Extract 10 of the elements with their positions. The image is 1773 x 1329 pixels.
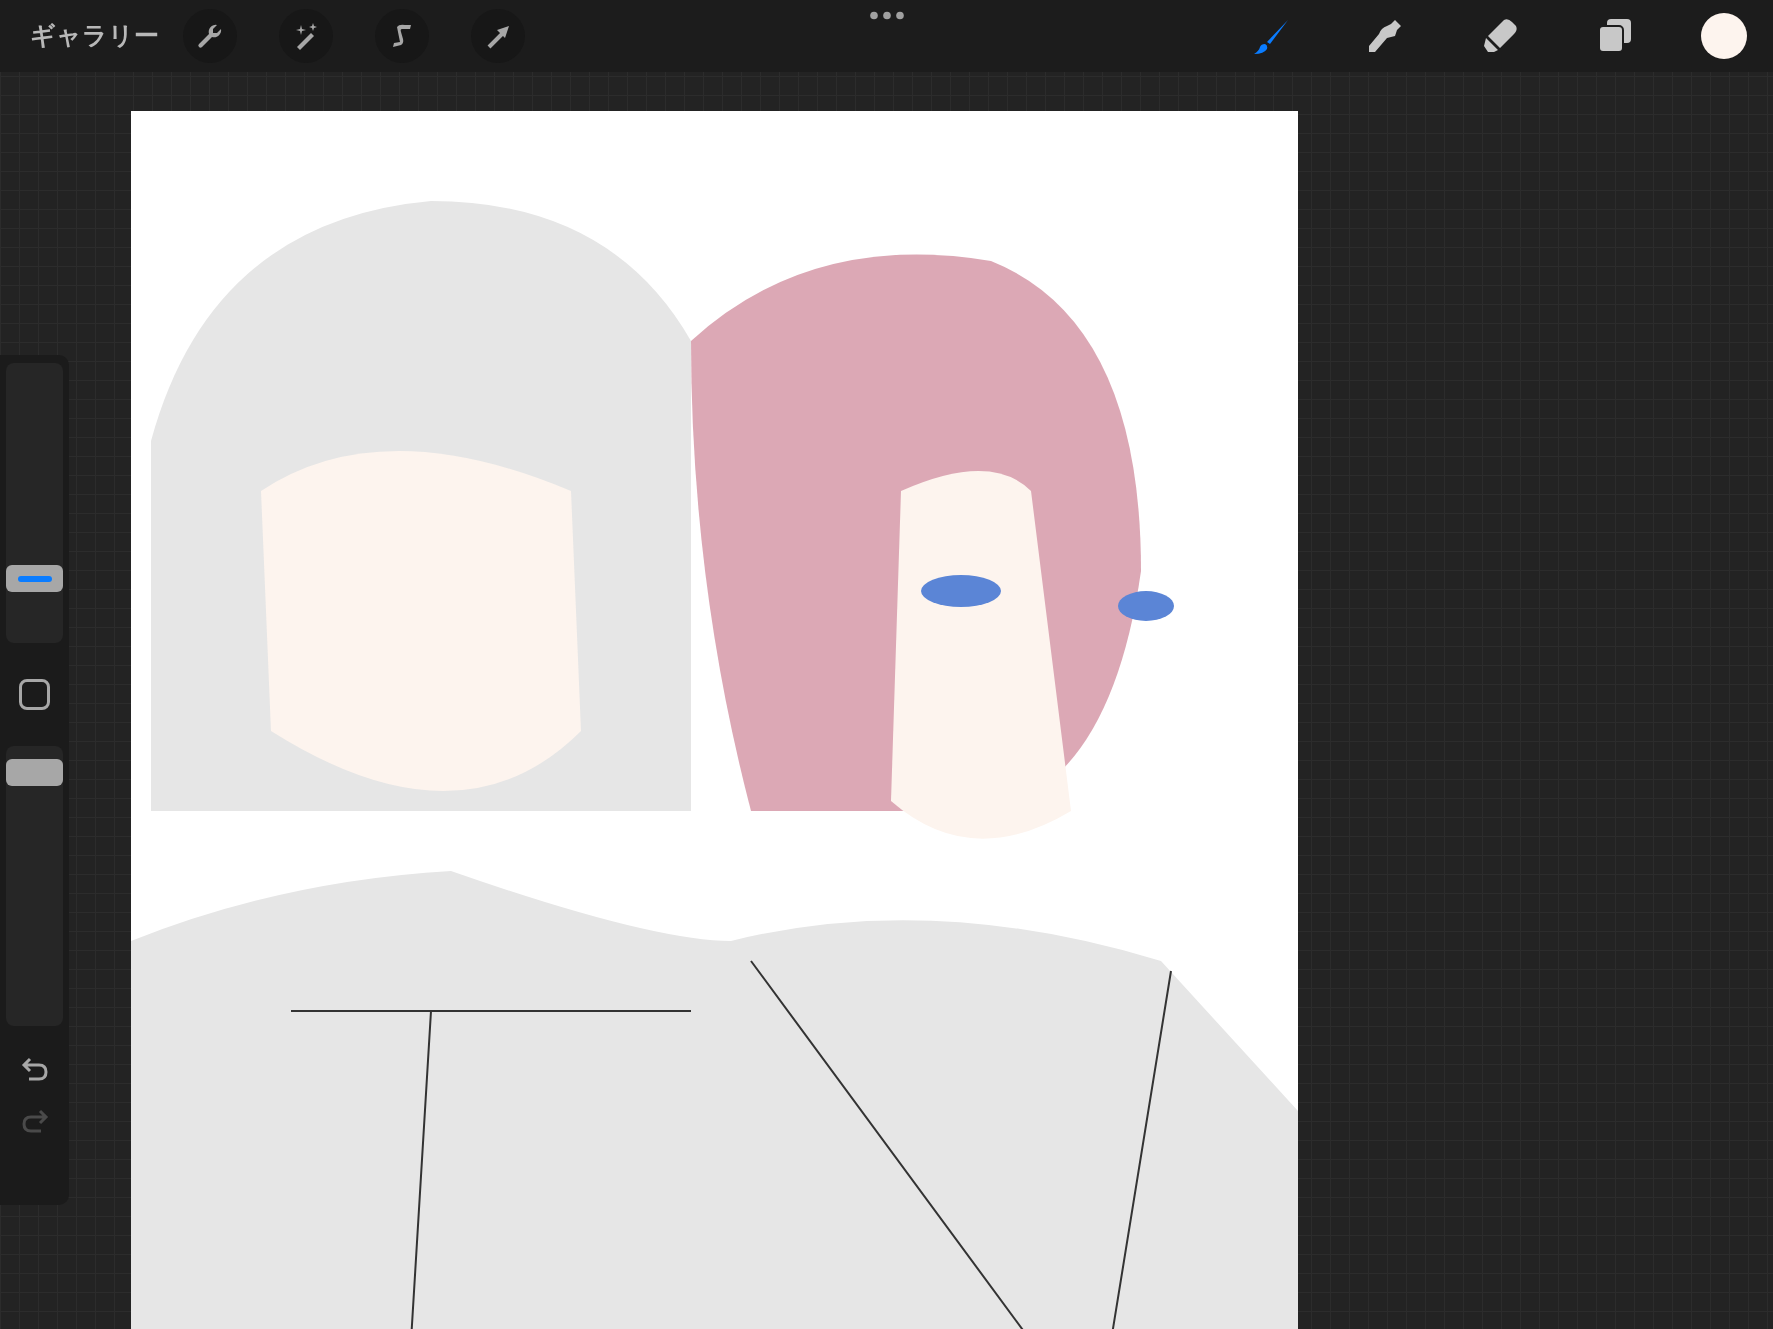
gallery-link[interactable]: ギャラリー [30, 17, 159, 55]
brush-size-slider[interactable] [6, 363, 63, 643]
slider-thumb[interactable] [6, 758, 63, 786]
color-swatch[interactable] [1701, 13, 1747, 59]
slider-thumb[interactable] [6, 565, 63, 593]
redo-icon [20, 1109, 49, 1133]
opacity-slider[interactable] [6, 746, 63, 1026]
more-icon[interactable] [870, 11, 904, 20]
undo-icon [20, 1056, 49, 1081]
modify-button[interactable] [19, 679, 50, 710]
